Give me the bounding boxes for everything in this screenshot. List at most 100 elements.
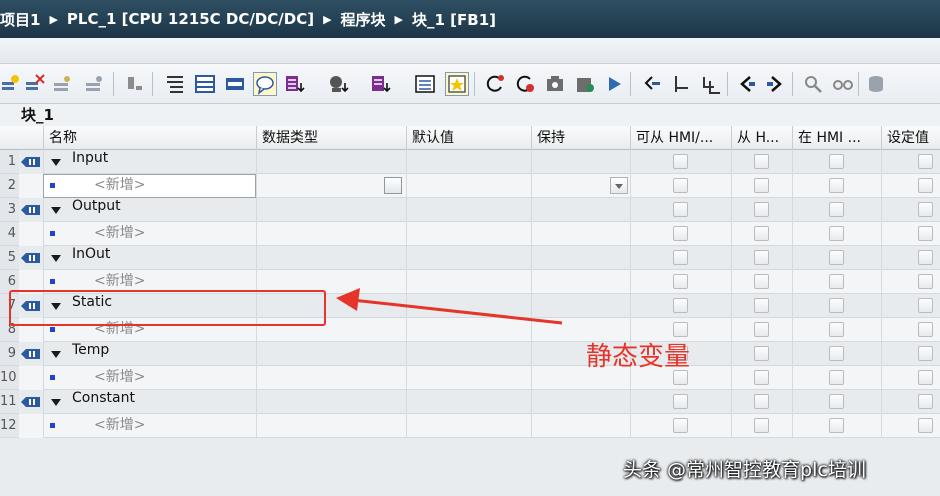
add-new-placeholder[interactable]: <新增> — [94, 414, 145, 434]
add-new-placeholder[interactable]: <新增> — [94, 366, 145, 386]
table-cell[interactable] — [406, 198, 531, 222]
table-cell[interactable] — [256, 222, 406, 246]
section-row[interactable]: 5 InOut — [0, 246, 940, 270]
table-cell[interactable] — [531, 150, 630, 174]
option-checkbox[interactable] — [754, 154, 769, 169]
table-cell[interactable] — [531, 198, 630, 222]
option-checkbox[interactable] — [918, 250, 933, 265]
option-checkbox[interactable] — [673, 202, 688, 217]
comment-icon[interactable] — [253, 72, 277, 96]
reset-icon[interactable] — [484, 73, 506, 95]
search-icon[interactable] — [802, 73, 824, 95]
collapse-triangle-icon[interactable] — [51, 351, 61, 358]
table-cell[interactable] — [531, 246, 630, 270]
table-cell[interactable] — [256, 342, 406, 366]
compile-icon[interactable] — [370, 73, 392, 95]
option-checkbox[interactable] — [918, 322, 933, 337]
add-new-placeholder[interactable]: <新增> — [94, 222, 145, 242]
table-cell[interactable] — [406, 390, 531, 414]
option-checkbox[interactable] — [829, 226, 844, 241]
option-checkbox[interactable] — [918, 418, 933, 433]
option-checkbox[interactable] — [673, 250, 688, 265]
database-icon[interactable] — [866, 73, 888, 95]
header-visible-hmi[interactable]: 在 HMI ... — [792, 126, 881, 150]
upload-icon[interactable] — [328, 73, 350, 95]
table-cell[interactable] — [256, 366, 406, 390]
option-checkbox[interactable] — [918, 394, 933, 409]
option-checkbox[interactable] — [918, 154, 933, 169]
list-icon[interactable] — [414, 73, 436, 95]
table-cell[interactable] — [43, 366, 256, 390]
add-row[interactable]: 4 <新增> — [0, 222, 940, 246]
table-cell[interactable] — [43, 414, 256, 438]
option-checkbox[interactable] — [829, 202, 844, 217]
table-cell[interactable] — [406, 222, 531, 246]
add-row[interactable]: 10 <新增> — [0, 366, 940, 390]
option-checkbox[interactable] — [829, 154, 844, 169]
header-accessible-hmi[interactable]: 可从 HMI/... — [630, 126, 731, 150]
cross-ref-detail-icon[interactable] — [700, 73, 722, 95]
section-row[interactable]: 3 Output — [0, 198, 940, 222]
option-checkbox[interactable] — [918, 370, 933, 385]
option-checkbox[interactable] — [754, 250, 769, 265]
option-checkbox[interactable] — [918, 298, 933, 313]
option-checkbox[interactable] — [829, 346, 844, 361]
table-cell[interactable] — [531, 414, 630, 438]
option-checkbox[interactable] — [754, 298, 769, 313]
option-checkbox[interactable] — [673, 154, 688, 169]
option-checkbox[interactable] — [918, 346, 933, 361]
jump-forward-icon[interactable] — [764, 73, 786, 95]
option-checkbox[interactable] — [829, 322, 844, 337]
insert-row-below-icon[interactable] — [84, 73, 106, 95]
compare-icon[interactable] — [640, 73, 662, 95]
table-cell[interactable] — [406, 246, 531, 270]
retain-dropdown-button[interactable] — [610, 177, 628, 194]
binocular-icon[interactable] — [832, 73, 854, 95]
option-checkbox[interactable] — [829, 178, 844, 193]
expand-icon[interactable] — [164, 73, 186, 95]
table-cell[interactable] — [406, 174, 531, 198]
table-cell[interactable] — [256, 198, 406, 222]
table-cell[interactable] — [531, 390, 630, 414]
option-checkbox[interactable] — [829, 274, 844, 289]
table-cell[interactable] — [406, 414, 531, 438]
insert-row-above-icon[interactable] — [52, 73, 74, 95]
option-checkbox[interactable] — [829, 298, 844, 313]
option-checkbox[interactable] — [754, 322, 769, 337]
table-cell[interactable] — [256, 246, 406, 270]
option-checkbox[interactable] — [829, 418, 844, 433]
option-checkbox[interactable] — [918, 226, 933, 241]
collapse-triangle-icon[interactable] — [51, 159, 61, 166]
header-retain[interactable]: 保持 — [531, 126, 630, 150]
header-name[interactable]: 名称 — [43, 126, 256, 150]
option-checkbox[interactable] — [754, 346, 769, 361]
block-icon[interactable] — [224, 73, 246, 95]
header-writable-hmi[interactable]: 从 H... — [731, 126, 792, 150]
option-checkbox[interactable] — [754, 274, 769, 289]
option-checkbox[interactable] — [673, 178, 688, 193]
snapshot-icon[interactable] — [544, 73, 566, 95]
option-checkbox[interactable] — [918, 274, 933, 289]
jump-back-icon[interactable] — [736, 73, 758, 95]
breadcrumb-project[interactable]: 项目1 — [0, 9, 40, 30]
highlight-icon[interactable] — [445, 72, 469, 96]
table-cell[interactable] — [43, 222, 256, 246]
option-checkbox[interactable] — [918, 202, 933, 217]
option-checkbox[interactable] — [673, 394, 688, 409]
download-icon[interactable] — [284, 73, 306, 95]
table-cell[interactable] — [406, 342, 531, 366]
table-cell[interactable] — [256, 390, 406, 414]
option-checkbox[interactable] — [754, 418, 769, 433]
table-cell[interactable] — [256, 150, 406, 174]
option-checkbox[interactable] — [829, 370, 844, 385]
option-checkbox[interactable] — [673, 226, 688, 241]
breadcrumb-program-blocks[interactable]: 程序块 — [341, 9, 386, 30]
option-checkbox[interactable] — [673, 418, 688, 433]
insert-row-icon[interactable] — [0, 73, 22, 95]
collapse-triangle-icon[interactable] — [51, 207, 61, 214]
section-row[interactable]: 1 Input — [0, 150, 940, 174]
add-new-placeholder[interactable]: <新增> — [94, 174, 145, 194]
delete-row-icon[interactable] — [24, 73, 46, 95]
option-checkbox[interactable] — [829, 394, 844, 409]
header-data-type[interactable]: 数据类型 — [256, 126, 406, 150]
